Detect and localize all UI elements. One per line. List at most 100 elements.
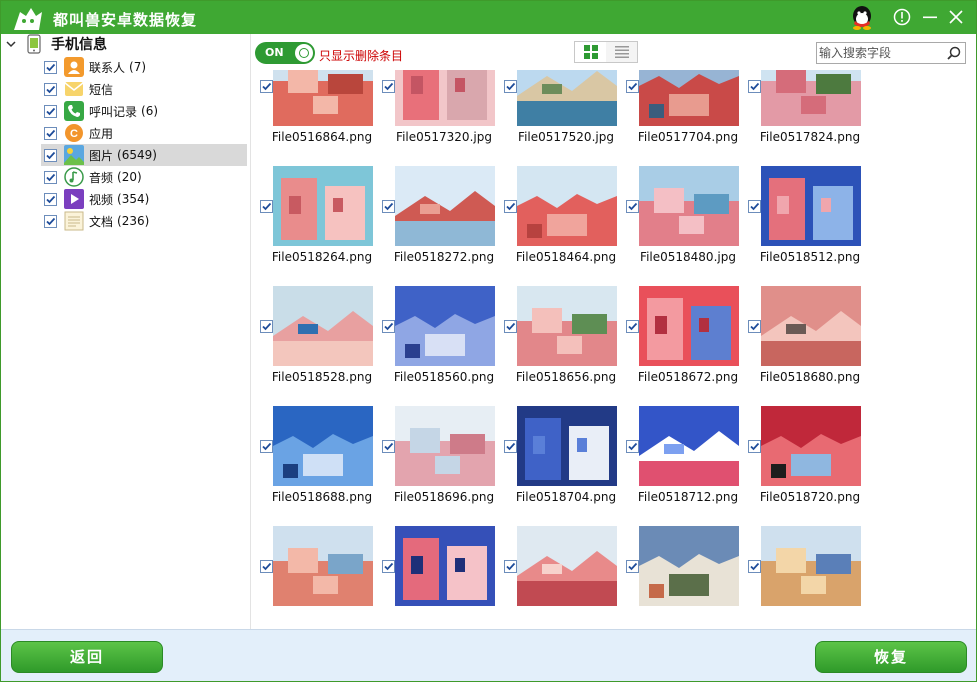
qq-support-icon[interactable] [849, 4, 875, 31]
recover-button[interactable]: 恢复 [815, 641, 967, 673]
file-thumbnail[interactable] [395, 166, 495, 246]
file-checkbox[interactable] [748, 200, 761, 213]
file-tile[interactable]: File0518560.png [374, 258, 496, 384]
file-tile[interactable]: File0518272.png [374, 138, 496, 264]
file-tile[interactable]: File0518720.png [740, 378, 862, 504]
file-thumbnail[interactable] [273, 526, 373, 606]
show-deleted-toggle[interactable]: ON [255, 42, 315, 64]
file-thumbnail[interactable] [761, 166, 861, 246]
file-tile[interactable]: File0518696.png [374, 378, 496, 504]
file-thumbnail[interactable] [639, 406, 739, 486]
file-tile[interactable]: File0518464.png [496, 138, 618, 264]
sidebar-item-sms[interactable]: 短信 [41, 78, 247, 100]
file-thumbnail[interactable] [517, 286, 617, 366]
file-checkbox[interactable] [748, 440, 761, 453]
file-checkbox[interactable] [260, 200, 273, 213]
file-thumbnail[interactable] [761, 526, 861, 606]
category-checkbox[interactable] [44, 148, 57, 162]
file-thumbnail[interactable] [761, 406, 861, 486]
file-thumbnail[interactable] [517, 166, 617, 246]
file-checkbox[interactable] [626, 320, 639, 333]
file-checkbox[interactable] [748, 560, 761, 573]
file-tile[interactable]: File0518656.png [496, 258, 618, 384]
file-tile[interactable] [374, 498, 496, 618]
sidebar-item-audio[interactable]: 音频 (20) [41, 166, 247, 188]
file-thumbnail[interactable] [395, 286, 495, 366]
file-thumbnail[interactable] [639, 286, 739, 366]
file-thumbnail[interactable] [761, 70, 861, 126]
back-button[interactable]: 返回 [11, 641, 163, 673]
file-tile[interactable]: File0518672.png [618, 258, 740, 384]
file-tile[interactable]: File0518264.png [252, 138, 374, 264]
sidebar-item-video[interactable]: 视频 (354) [41, 188, 247, 210]
file-tile[interactable]: File0518528.png [252, 258, 374, 384]
file-tile[interactable]: File0517704.png [618, 70, 740, 144]
file-thumbnail[interactable] [517, 406, 617, 486]
file-checkbox[interactable] [504, 320, 517, 333]
file-tile[interactable] [740, 498, 862, 618]
info-icon[interactable] [892, 7, 912, 27]
category-checkbox[interactable] [44, 214, 57, 228]
sidebar-item-documents[interactable]: 文档 (236) [41, 210, 247, 232]
category-checkbox[interactable] [44, 170, 57, 184]
list-view-button[interactable] [606, 42, 637, 62]
file-tile[interactable]: File0517824.png [740, 70, 862, 144]
file-checkbox[interactable] [382, 80, 395, 93]
file-tile[interactable]: File0517520.jpg [496, 70, 618, 144]
file-checkbox[interactable] [626, 560, 639, 573]
file-checkbox[interactable] [260, 560, 273, 573]
file-tile[interactable]: File0518512.png [740, 138, 862, 264]
file-checkbox[interactable] [748, 320, 761, 333]
file-thumbnail[interactable] [395, 406, 495, 486]
file-checkbox[interactable] [260, 80, 273, 93]
file-tile[interactable] [618, 498, 740, 618]
file-checkbox[interactable] [504, 200, 517, 213]
file-checkbox[interactable] [626, 200, 639, 213]
sidebar-item-photos[interactable]: 图片 (6549) [41, 144, 247, 166]
search-input[interactable] [819, 45, 943, 61]
category-checkbox[interactable] [44, 126, 57, 140]
category-checkbox[interactable] [44, 104, 57, 118]
grid-view-button[interactable] [575, 42, 606, 62]
file-checkbox[interactable] [260, 320, 273, 333]
file-tile[interactable]: File0518688.png [252, 378, 374, 504]
close-icon[interactable] [946, 7, 966, 27]
file-checkbox[interactable] [382, 440, 395, 453]
minimize-icon[interactable] [920, 7, 940, 27]
file-tile[interactable]: File0518712.png [618, 378, 740, 504]
file-checkbox[interactable] [626, 440, 639, 453]
file-checkbox[interactable] [504, 440, 517, 453]
chevron-down-icon[interactable] [5, 38, 17, 50]
file-checkbox[interactable] [382, 200, 395, 213]
file-thumbnail[interactable] [273, 166, 373, 246]
file-checkbox[interactable] [260, 440, 273, 453]
sidebar-item-contacts[interactable]: 联系人 (7) [41, 56, 247, 78]
file-thumbnail[interactable] [395, 70, 495, 126]
file-tile[interactable]: File0518704.png [496, 378, 618, 504]
file-thumbnail[interactable] [517, 526, 617, 606]
file-thumbnail[interactable] [517, 70, 617, 126]
tree-root-phone-info[interactable]: 手机信息 [5, 34, 245, 54]
file-thumbnail[interactable] [639, 70, 739, 126]
sidebar-item-call-log[interactable]: 呼叫记录 (6) [41, 100, 247, 122]
file-tile[interactable]: File0517320.jpg [374, 70, 496, 144]
file-tile[interactable] [252, 498, 374, 618]
file-checkbox[interactable] [626, 80, 639, 93]
category-checkbox[interactable] [44, 60, 57, 74]
sidebar-item-apps[interactable]: C 应用 [41, 122, 247, 144]
file-thumbnail[interactable] [639, 166, 739, 246]
file-thumbnail[interactable] [273, 286, 373, 366]
file-thumbnail[interactable] [639, 526, 739, 606]
category-checkbox[interactable] [44, 192, 57, 206]
search-icon[interactable] [947, 46, 961, 60]
file-thumbnail[interactable] [395, 526, 495, 606]
file-thumbnail[interactable] [273, 70, 373, 126]
file-tile[interactable]: File0518480.jpg [618, 138, 740, 264]
file-thumbnail[interactable] [761, 286, 861, 366]
file-tile[interactable] [496, 498, 618, 618]
file-checkbox[interactable] [748, 80, 761, 93]
file-checkbox[interactable] [382, 560, 395, 573]
file-checkbox[interactable] [382, 320, 395, 333]
file-checkbox[interactable] [504, 560, 517, 573]
category-checkbox[interactable] [44, 82, 57, 96]
